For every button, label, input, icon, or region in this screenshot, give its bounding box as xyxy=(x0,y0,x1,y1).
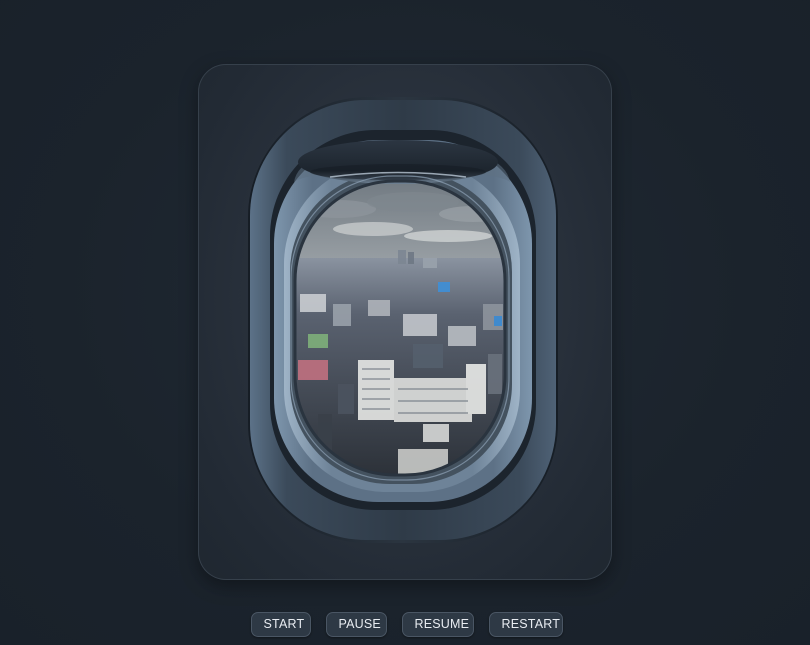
start-button[interactable]: START xyxy=(250,612,311,637)
resume-button[interactable]: RESUME xyxy=(401,612,474,637)
airplane-window-scene xyxy=(248,97,558,543)
pause-button[interactable]: PAUSE xyxy=(325,612,387,637)
airplane-window-app: START PAUSE RESUME RESTART xyxy=(0,0,810,645)
restart-button[interactable]: RESTART xyxy=(488,612,563,637)
window-panel xyxy=(198,64,612,580)
playback-controls: START PAUSE RESUME RESTART xyxy=(0,612,810,638)
